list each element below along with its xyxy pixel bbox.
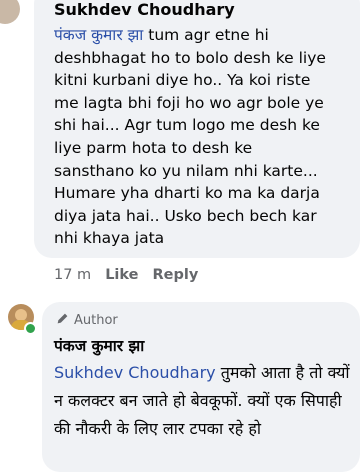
author-badge: Author	[56, 312, 118, 329]
pen-icon	[56, 312, 69, 329]
comment-actions: 17 m Like Reply	[54, 267, 198, 283]
mention-link[interactable]: पंकज कुमार झा	[54, 26, 143, 44]
comment-body: tum agr etne hi deshbhagat ho to bolo de…	[54, 26, 326, 248]
like-button[interactable]: Like	[105, 267, 138, 283]
comment-text: पंकज कुमार झा tum agr etne hi deshbhagat…	[54, 24, 354, 250]
comment-author-name[interactable]: Sukhdev Choudhary	[54, 0, 235, 19]
comment-author-name[interactable]: पंकज कुमार झा	[54, 334, 144, 356]
avatar[interactable]	[0, 0, 20, 24]
comment-text: Sukhdev Choudhary तुमको आता है तो क्यों …	[54, 359, 356, 443]
author-badge-label: Author	[74, 313, 118, 328]
mention-link[interactable]: Sukhdev Choudhary	[54, 363, 216, 382]
reply-button[interactable]: Reply	[153, 267, 199, 283]
comment-timestamp[interactable]: 17 m	[54, 267, 91, 283]
online-status-indicator	[24, 322, 37, 335]
